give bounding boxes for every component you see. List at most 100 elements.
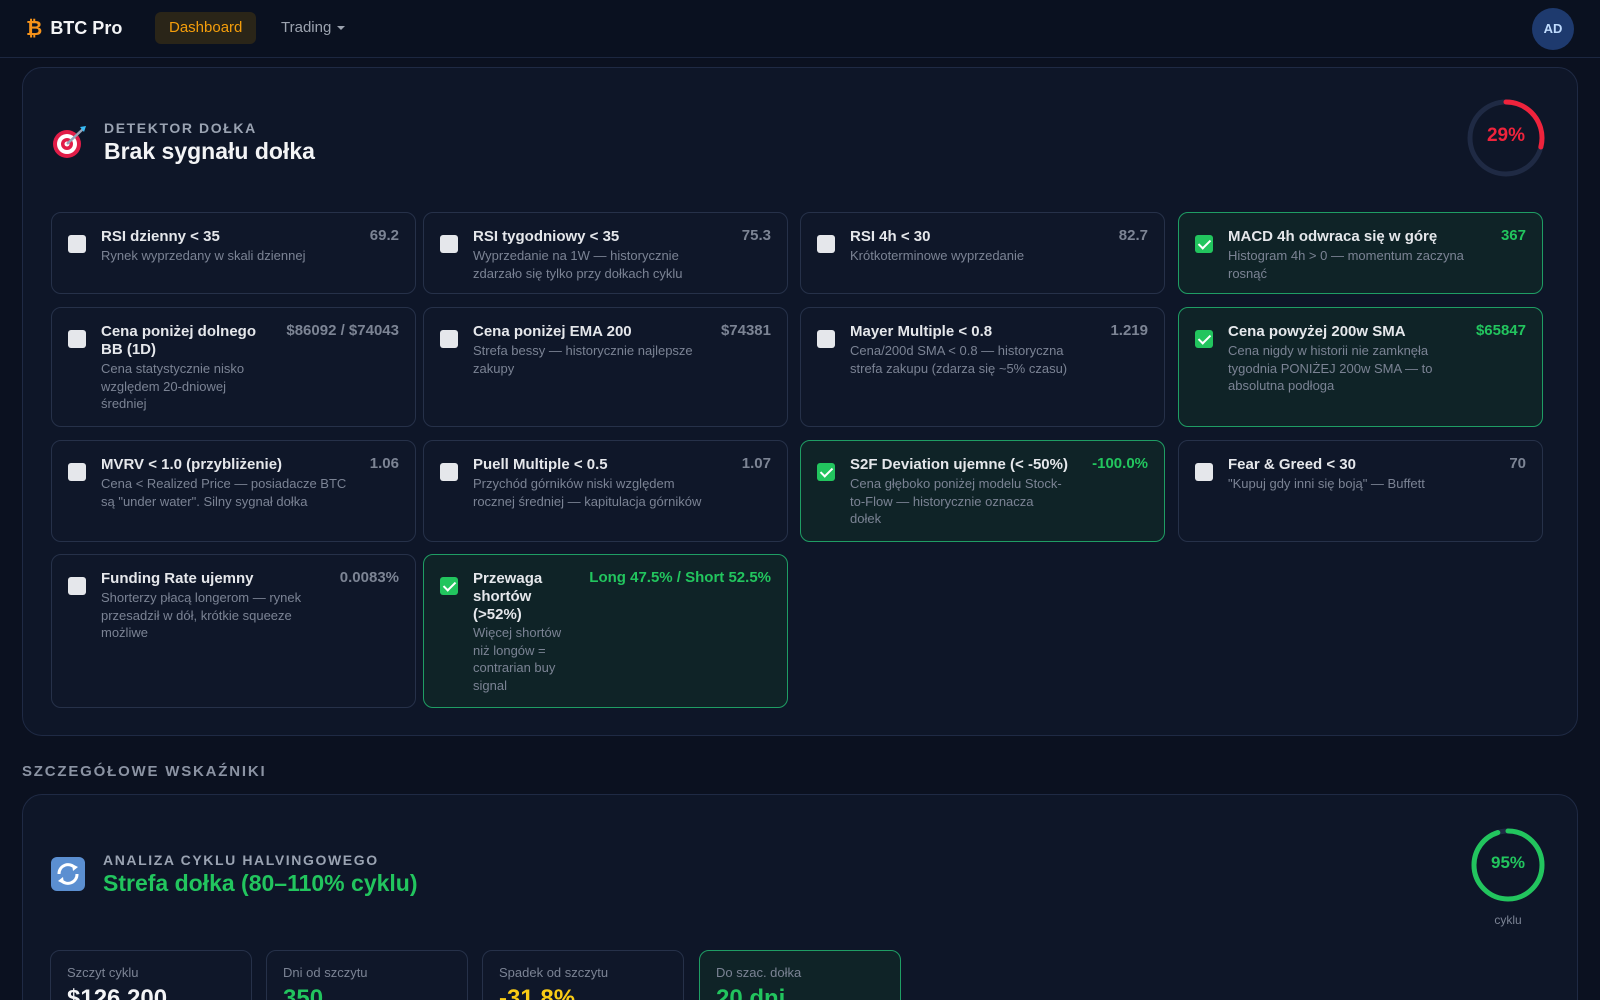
cycle-arrows-icon [50, 856, 86, 892]
signal-card-bollinger[interactable]: Cena poniżej dolnego BB (1D) $86092 / $7… [51, 307, 416, 427]
card-desc-line: niż longów = [473, 642, 546, 658]
checkbox[interactable] [817, 330, 835, 348]
card-desc-line: zakupy [473, 360, 515, 376]
card-title: Cena poniżej EMA 200 [473, 323, 632, 340]
nav-trading-dropdown[interactable]: Trading [267, 12, 359, 44]
card-desc-line: signal [473, 677, 507, 693]
card-title: Cena poniżej dolnego BB (1D) [101, 323, 257, 358]
checkbox[interactable] [817, 235, 835, 253]
card-desc: Wyprzedanie na 1W — historycznie zdarzał… [473, 247, 773, 282]
top-navbar: ₿ BTC Pro Dashboard Trading AD [0, 0, 1600, 58]
signal-card-rsi-weekly[interactable]: RSI tygodniowy < 35 75.3 Wyprzedanie na … [423, 212, 788, 294]
card-desc-line: Krótkoterminowe wyprzedanie [850, 248, 1025, 263]
card-desc-line: Cena statystycznie nisko [101, 361, 245, 376]
card-desc-line: rocznej średniej — kapitulacja górników [473, 493, 702, 509]
card-desc: Cena statystycznie nisko względem 20-dni… [101, 360, 271, 413]
card-desc: Cena głęboko poniżej modelu Stock- to-Fl… [850, 475, 1150, 528]
stat-days-since-peak: Dni od szczytu 350 [266, 950, 468, 1000]
checkbox[interactable] [68, 235, 86, 253]
signal-card-funding-rate[interactable]: Funding Rate ujemny 0.0083% Shorterzy pł… [51, 554, 416, 708]
checkbox[interactable] [440, 235, 458, 253]
nav-dashboard[interactable]: Dashboard [155, 12, 257, 44]
card-desc: Więcej shortów niż longów = contrarian b… [473, 624, 583, 694]
signal-card-200w-sma[interactable]: Cena powyżej 200w SMA $65847 Cena nigdy … [1178, 307, 1543, 427]
card-desc-line: dołek [850, 511, 882, 526]
gauge-caption: cyklu [1494, 913, 1522, 927]
card-desc-line: to-Flow — historycznie oznacza [850, 493, 1034, 509]
card-title: Fear & Greed < 30 [1228, 456, 1356, 473]
card-value: $86092 / $74043 [286, 322, 399, 339]
stat-label: Dni od szczytu [283, 965, 368, 980]
card-value: 0.0083% [339, 569, 399, 586]
card-desc-line: rosnąć [1228, 265, 1268, 281]
card-desc-line: średniej [101, 396, 147, 411]
card-desc-line: Cena < Realized Price — posiadacze BTC [101, 476, 347, 491]
card-value: Long 47.5% / Short 52.5% [589, 569, 771, 586]
detector-title: Brak sygnału dołka [104, 138, 315, 164]
detector-score-value: 29% [1486, 125, 1526, 146]
card-value: 69.2 [369, 227, 399, 244]
checkbox[interactable] [440, 330, 458, 348]
stat-label: Spadek od szczytu [499, 965, 609, 980]
card-desc: Rynek wyprzedany w skali dziennej [101, 247, 401, 265]
chevron-down-icon [337, 26, 346, 31]
card-desc-line: Przychód górników niski względem [473, 476, 675, 491]
card-desc-line: względem 20-dniowej [101, 378, 227, 394]
stat-value: 20 dni [716, 985, 786, 1000]
signal-card-s2f-deviation[interactable]: S2F Deviation ujemne (< -50%) -100.0% Ce… [800, 440, 1165, 542]
signal-card-puell-multiple[interactable]: Puell Multiple < 0.5 1.07 Przychód górni… [423, 440, 788, 542]
card-desc: Cena nigdy w historii nie zamknęła tygod… [1228, 342, 1528, 395]
checkbox[interactable] [68, 577, 86, 595]
card-title: RSI dzienny < 35 [101, 228, 220, 245]
card-value: 75.3 [741, 227, 771, 244]
card-desc-line: strefa zakupu (zdarza się ~5% czasu) [850, 360, 1068, 376]
card-value: 70 [1509, 455, 1526, 472]
card-desc: Strefa bessy — historycznie najlepsze za… [473, 342, 773, 377]
card-title: MVRV < 1.0 (przybliżenie) [101, 456, 283, 473]
stat-value: 350 [283, 985, 324, 1000]
checkbox-checked[interactable] [1195, 330, 1213, 348]
card-desc: Shorterzy płacą longerom — rynek przesad… [101, 589, 401, 642]
signal-card-fear-greed[interactable]: Fear & Greed < 30 70 "Kupuj gdy inni się… [1178, 440, 1543, 542]
signal-card-rsi-4h[interactable]: RSI 4h < 30 82.7 Krótkoterminowe wyprzed… [800, 212, 1165, 294]
card-desc: "Kupuj gdy inni się boją" — Buffett [1228, 475, 1528, 493]
stat-value: -31.8% [499, 985, 576, 1000]
checkbox-checked[interactable] [1195, 235, 1213, 253]
checkbox[interactable] [440, 463, 458, 481]
detector-score-gauge: 29% [1466, 98, 1546, 178]
checkbox[interactable] [68, 330, 86, 348]
card-title: RSI 4h < 30 [850, 228, 931, 245]
card-desc: Przychód górników niski względem rocznej… [473, 475, 773, 510]
card-desc-line: Shorterzy płacą longerom — rynek [101, 590, 302, 605]
card-desc-line: Cena/200d SMA < 0.8 — historyczna [850, 343, 1064, 358]
checkbox[interactable] [68, 463, 86, 481]
signal-card-macd-4h[interactable]: MACD 4h odwraca się w górę 367 Histogram… [1178, 212, 1543, 294]
signal-card-ema-200[interactable]: Cena poniżej EMA 200 $74381 Strefa bessy… [423, 307, 788, 427]
avatar[interactable]: AD [1532, 8, 1574, 50]
halving-eyebrow: ANALIZA CYKLU HALVINGOWEGO [103, 852, 379, 868]
card-title: S2F Deviation ujemne (< -50%) [850, 456, 1068, 473]
card-desc: Histogram 4h > 0 — momentum zaczyna rosn… [1228, 247, 1528, 282]
card-desc-line: Wyprzedanie na 1W — historycznie [473, 248, 679, 263]
stat-to-estimated-bottom: Do szac. dołka 20 dni [699, 950, 901, 1000]
signal-card-mvrv[interactable]: MVRV < 1.0 (przybliżenie) 1.06 Cena < Re… [51, 440, 416, 542]
stat-cycle-peak: Szczyt cyklu $126,200 [50, 950, 252, 1000]
card-title: RSI tygodniowy < 35 [473, 228, 620, 245]
checkbox[interactable] [1195, 463, 1213, 481]
brand[interactable]: ₿ BTC Pro [26, 17, 122, 39]
stat-value: $126,200 [67, 985, 168, 1000]
checkbox-checked[interactable] [440, 577, 458, 595]
card-value: $65847 [1475, 322, 1526, 339]
signal-card-short-dominance[interactable]: Przewaga shortów (>52%) Long 47.5% / Sho… [423, 554, 788, 708]
card-desc-line: Cena nigdy w historii nie zamknęła [1228, 343, 1429, 358]
signal-card-mayer-multiple[interactable]: Mayer Multiple < 0.8 1.219 Cena/200d SMA… [800, 307, 1165, 427]
signal-card-rsi-daily[interactable]: RSI dzienny < 35 69.2 Rynek wyprzedany w… [51, 212, 416, 294]
card-value: 367 [1500, 227, 1526, 244]
card-desc-line: Histogram 4h > 0 — momentum zaczyna [1228, 248, 1464, 263]
nav-trading-label: Trading [281, 19, 332, 36]
card-desc-line: contrarian buy [473, 660, 556, 675]
card-title: Mayer Multiple < 0.8 [850, 323, 993, 340]
checkbox-checked[interactable] [817, 463, 835, 481]
card-desc-line: Cena głęboko poniżej modelu Stock- [850, 476, 1062, 491]
card-desc-line: zdarzało się tylko przy dołkach cyklu [473, 265, 683, 281]
